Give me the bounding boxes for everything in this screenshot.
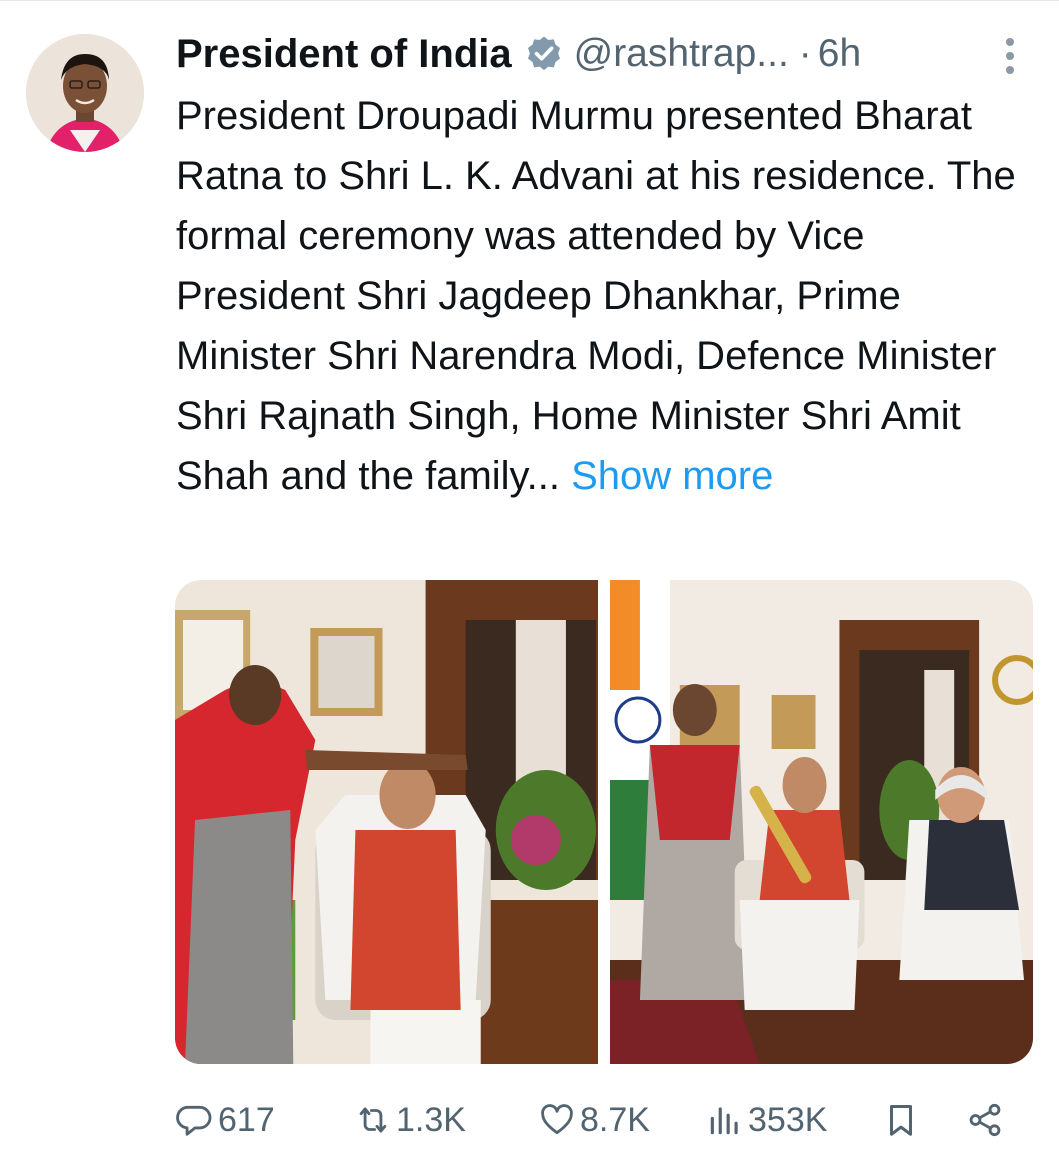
- top-divider: [0, 0, 1059, 1]
- views-icon: [710, 1107, 738, 1135]
- views-button[interactable]: 353K: [706, 1090, 827, 1150]
- avatar-image: [26, 34, 144, 152]
- more-vertical-icon[interactable]: [998, 34, 1022, 82]
- tweet-text: President Droupadi Murmu presented Bhara…: [176, 86, 1038, 506]
- reply-icon: [176, 1105, 212, 1136]
- repost-icon: [359, 1107, 387, 1133]
- author-name[interactable]: President of India: [176, 32, 512, 77]
- verified-badge-icon: [527, 36, 560, 71]
- media-grid: [175, 580, 1033, 1064]
- avatar[interactable]: [26, 34, 144, 152]
- bookmark-button[interactable]: [882, 1090, 924, 1150]
- share-button[interactable]: [966, 1090, 1008, 1150]
- show-more-link[interactable]: Show more: [571, 454, 773, 498]
- reply-count: 617: [218, 1100, 275, 1139]
- share-icon: [969, 1103, 1001, 1137]
- bookmark-icon: [889, 1105, 913, 1136]
- repost-button[interactable]: 1.3K: [354, 1090, 466, 1150]
- author-handle[interactable]: @rashtrap...: [574, 32, 789, 76]
- reply-button[interactable]: 617: [176, 1090, 275, 1150]
- photo-right[interactable]: [610, 580, 1033, 1064]
- photo-left[interactable]: [175, 580, 598, 1064]
- timestamp[interactable]: 6h: [818, 32, 861, 76]
- repost-count: 1.3K: [396, 1100, 466, 1139]
- heart-icon: [541, 1104, 573, 1135]
- action-bar: 617 1.3K 8.7K 353K: [176, 1090, 1016, 1150]
- ceremony-photo-1: [175, 580, 598, 1064]
- ceremony-photo-2: [610, 580, 1033, 1064]
- tweet-header: President of India @rashtrap... · 6h: [176, 24, 1036, 84]
- separator-dot: ·: [798, 32, 812, 75]
- view-count: 353K: [748, 1100, 828, 1139]
- tweet-body: President Droupadi Murmu presented Bhara…: [176, 94, 1016, 498]
- like-button[interactable]: 8.7K: [538, 1090, 650, 1150]
- like-count: 8.7K: [580, 1100, 650, 1139]
